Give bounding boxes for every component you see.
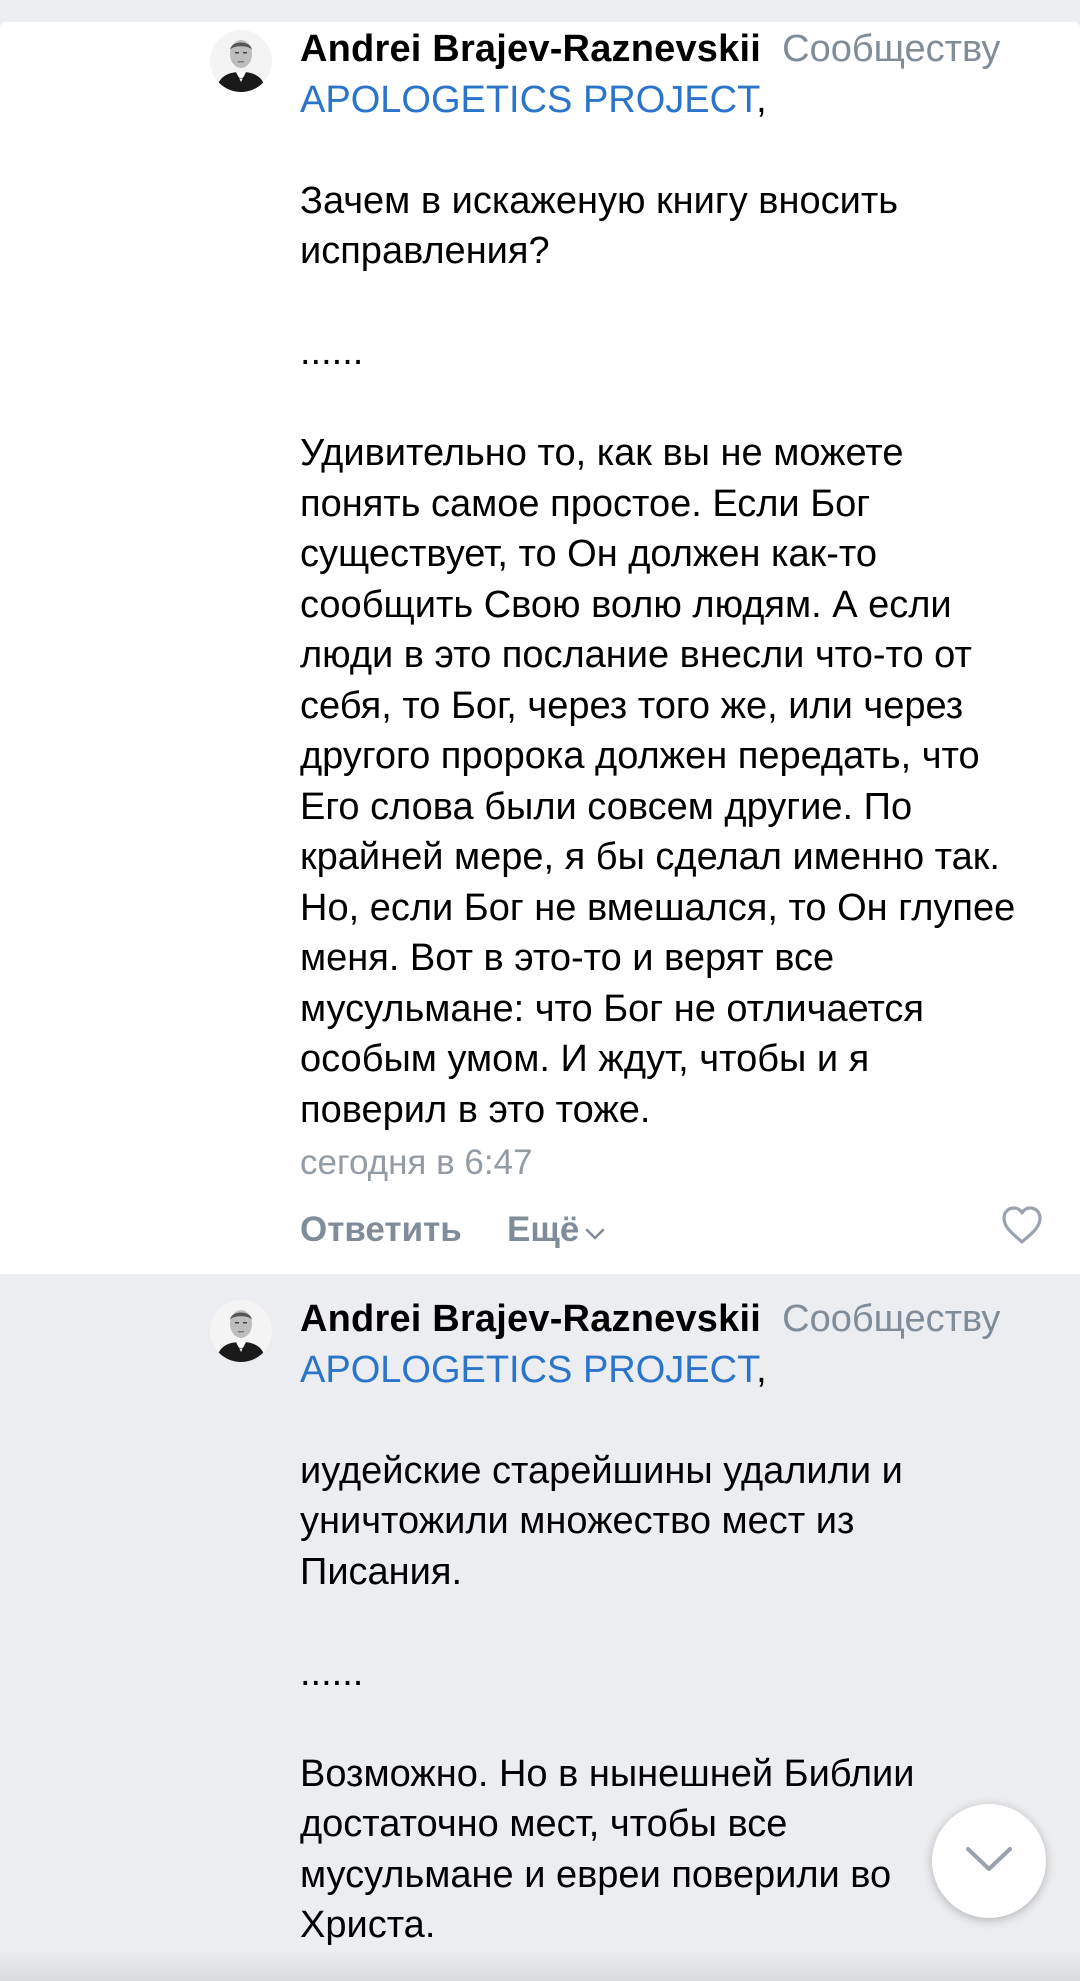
scroll-down-button[interactable] [932,1804,1046,1918]
more-button-label: Ещё [507,1210,580,1249]
comment-header: Andrei Brajev-Raznevskii Сообществу APOL… [300,1294,1040,1395]
comment-text: ...... [300,1651,364,1694]
comment-header: Andrei Brajev-Raznevskii Сообществу APOL… [300,24,1040,125]
comment-body: Andrei Brajev-Raznevskii Сообществу APOL… [300,24,1042,1263]
heart-outline-icon[interactable] [1000,1205,1044,1245]
comment-timestamp: сегодня в 6:47 [300,1143,533,1182]
reply-button[interactable]: Ответить [300,1205,462,1256]
comment-body: Andrei Brajev-Raznevskii Сообществу APOL… [300,1294,1040,1951]
reply-to-label: Сообществу [782,1298,1001,1340]
author-name[interactable]: Andrei Brajev-Raznevskii [300,28,761,70]
comment-text: Зачем в искаженую книгу вносить исправле… [300,179,899,273]
mention-link[interactable]: APOLOGETICS PROJECT [300,1349,756,1391]
more-button[interactable]: Ещё [507,1205,605,1256]
comment-item-highlighted: Andrei Brajev-Raznevskii Сообществу APOL… [0,1274,1080,1981]
top-edge [0,0,1080,22]
avatar[interactable] [210,1300,272,1362]
reply-to-label: Сообществу [782,28,1001,70]
mention-suffix: , [756,1348,767,1391]
comment-text: Возможно. Но в нынешней Библии достаточн… [300,1752,915,1947]
comment-text: Удивительно то, как вы не можете понять … [300,432,1016,1131]
comment-item: Andrei Brajev-Raznevskii Сообществу APOL… [0,22,1080,1274]
comment-actions: Ответить Ещё [300,1193,1042,1263]
comment-text: ...... [300,331,364,373]
mention-link[interactable]: APOLOGETICS PROJECT [300,79,756,121]
chevron-down-icon [964,1845,1014,1878]
avatar[interactable] [210,30,272,92]
mention-suffix: , [756,78,767,121]
chevron-down-icon [585,1204,605,1255]
comment-text: иудейские старейшины удалили и уничтожил… [300,1449,903,1593]
author-name[interactable]: Andrei Brajev-Raznevskii [300,1298,761,1340]
